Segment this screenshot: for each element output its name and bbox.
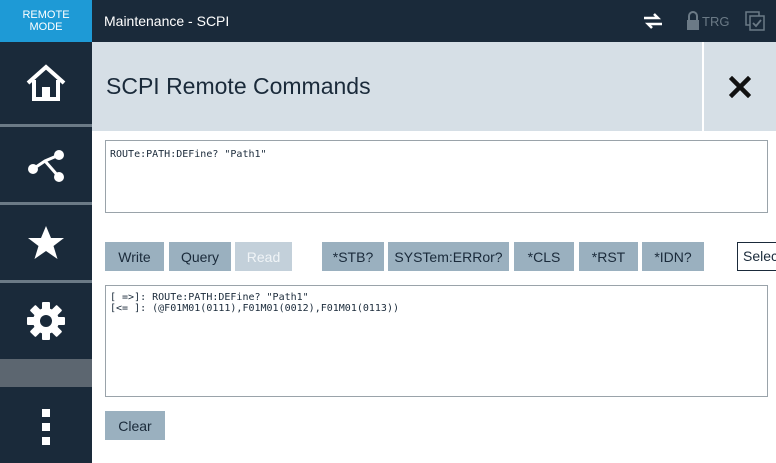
page-header: SCPI Remote Commands: [92, 42, 702, 131]
swap-arrows-icon: [644, 13, 662, 29]
remote-mode-line2: MODE: [29, 21, 63, 33]
output-line: [ =>]: ROUTe:PATH:DEFine? "Path1": [110, 292, 309, 303]
sidebar-spacer: [0, 359, 92, 387]
star-icon: [28, 225, 64, 259]
path-icon: [28, 149, 64, 182]
write-button[interactable]: Write: [105, 242, 164, 271]
sidebar: REMOTE MODE: [0, 0, 92, 463]
remote-mode-line1: REMOTE: [22, 9, 70, 21]
scpi-command-input[interactable]: ROUTe:PATH:DEFine? "Path1": [105, 140, 768, 213]
query-button[interactable]: Query: [169, 242, 231, 271]
cls-button[interactable]: *CLS: [514, 242, 574, 271]
clear-button[interactable]: Clear: [105, 411, 165, 440]
close-button[interactable]: [702, 42, 776, 131]
command-select[interactable]: Selec: [737, 242, 776, 271]
sidebar-item-path[interactable]: [0, 127, 92, 202]
sidebar-item-settings[interactable]: [0, 283, 92, 359]
window-title: Maintenance - SCPI: [104, 13, 230, 29]
page-title: SCPI Remote Commands: [106, 73, 371, 99]
lock-icon: [687, 11, 699, 30]
syst-error-button[interactable]: SYSTem:ERRor?: [388, 242, 509, 271]
remote-mode-badge: REMOTE MODE: [0, 0, 92, 42]
gear-icon: [27, 302, 65, 340]
home-icon: [26, 64, 66, 101]
trg-label: TRG: [702, 14, 730, 29]
sidebar-item-more[interactable]: [0, 390, 92, 463]
sidebar-item-favorites[interactable]: [0, 205, 92, 280]
idn-button[interactable]: *IDN?: [642, 242, 704, 271]
top-bar: Maintenance - SCPI TRG: [92, 0, 776, 42]
stb-button[interactable]: *STB?: [322, 242, 384, 271]
response-output: [ =>]: ROUTe:PATH:DEFine? "Path1" [<= ]:…: [105, 285, 768, 397]
close-icon: [729, 75, 751, 98]
checklist-icon: [745, 11, 765, 31]
rst-button[interactable]: *RST: [579, 242, 638, 271]
sidebar-item-home[interactable]: [0, 42, 92, 124]
output-line: [<= ]: (@F01M01(0111),F01M01(0012),F01M0…: [110, 303, 399, 314]
read-button[interactable]: Read: [235, 242, 292, 271]
more-icon: [42, 408, 50, 445]
